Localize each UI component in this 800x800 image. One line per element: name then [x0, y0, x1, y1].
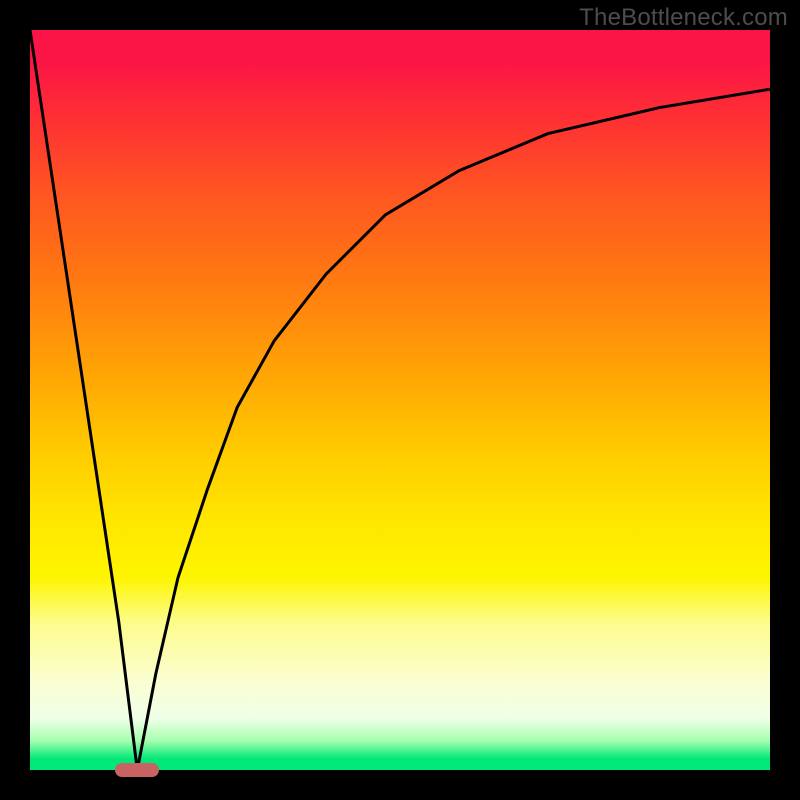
min-marker: [115, 763, 159, 777]
chart-frame: TheBottleneck.com: [0, 0, 800, 800]
left-curve: [30, 30, 137, 770]
plot-area: [30, 30, 770, 770]
curve-layer: [30, 30, 770, 770]
watermark-text: TheBottleneck.com: [579, 4, 788, 32]
right-curve: [137, 89, 770, 770]
